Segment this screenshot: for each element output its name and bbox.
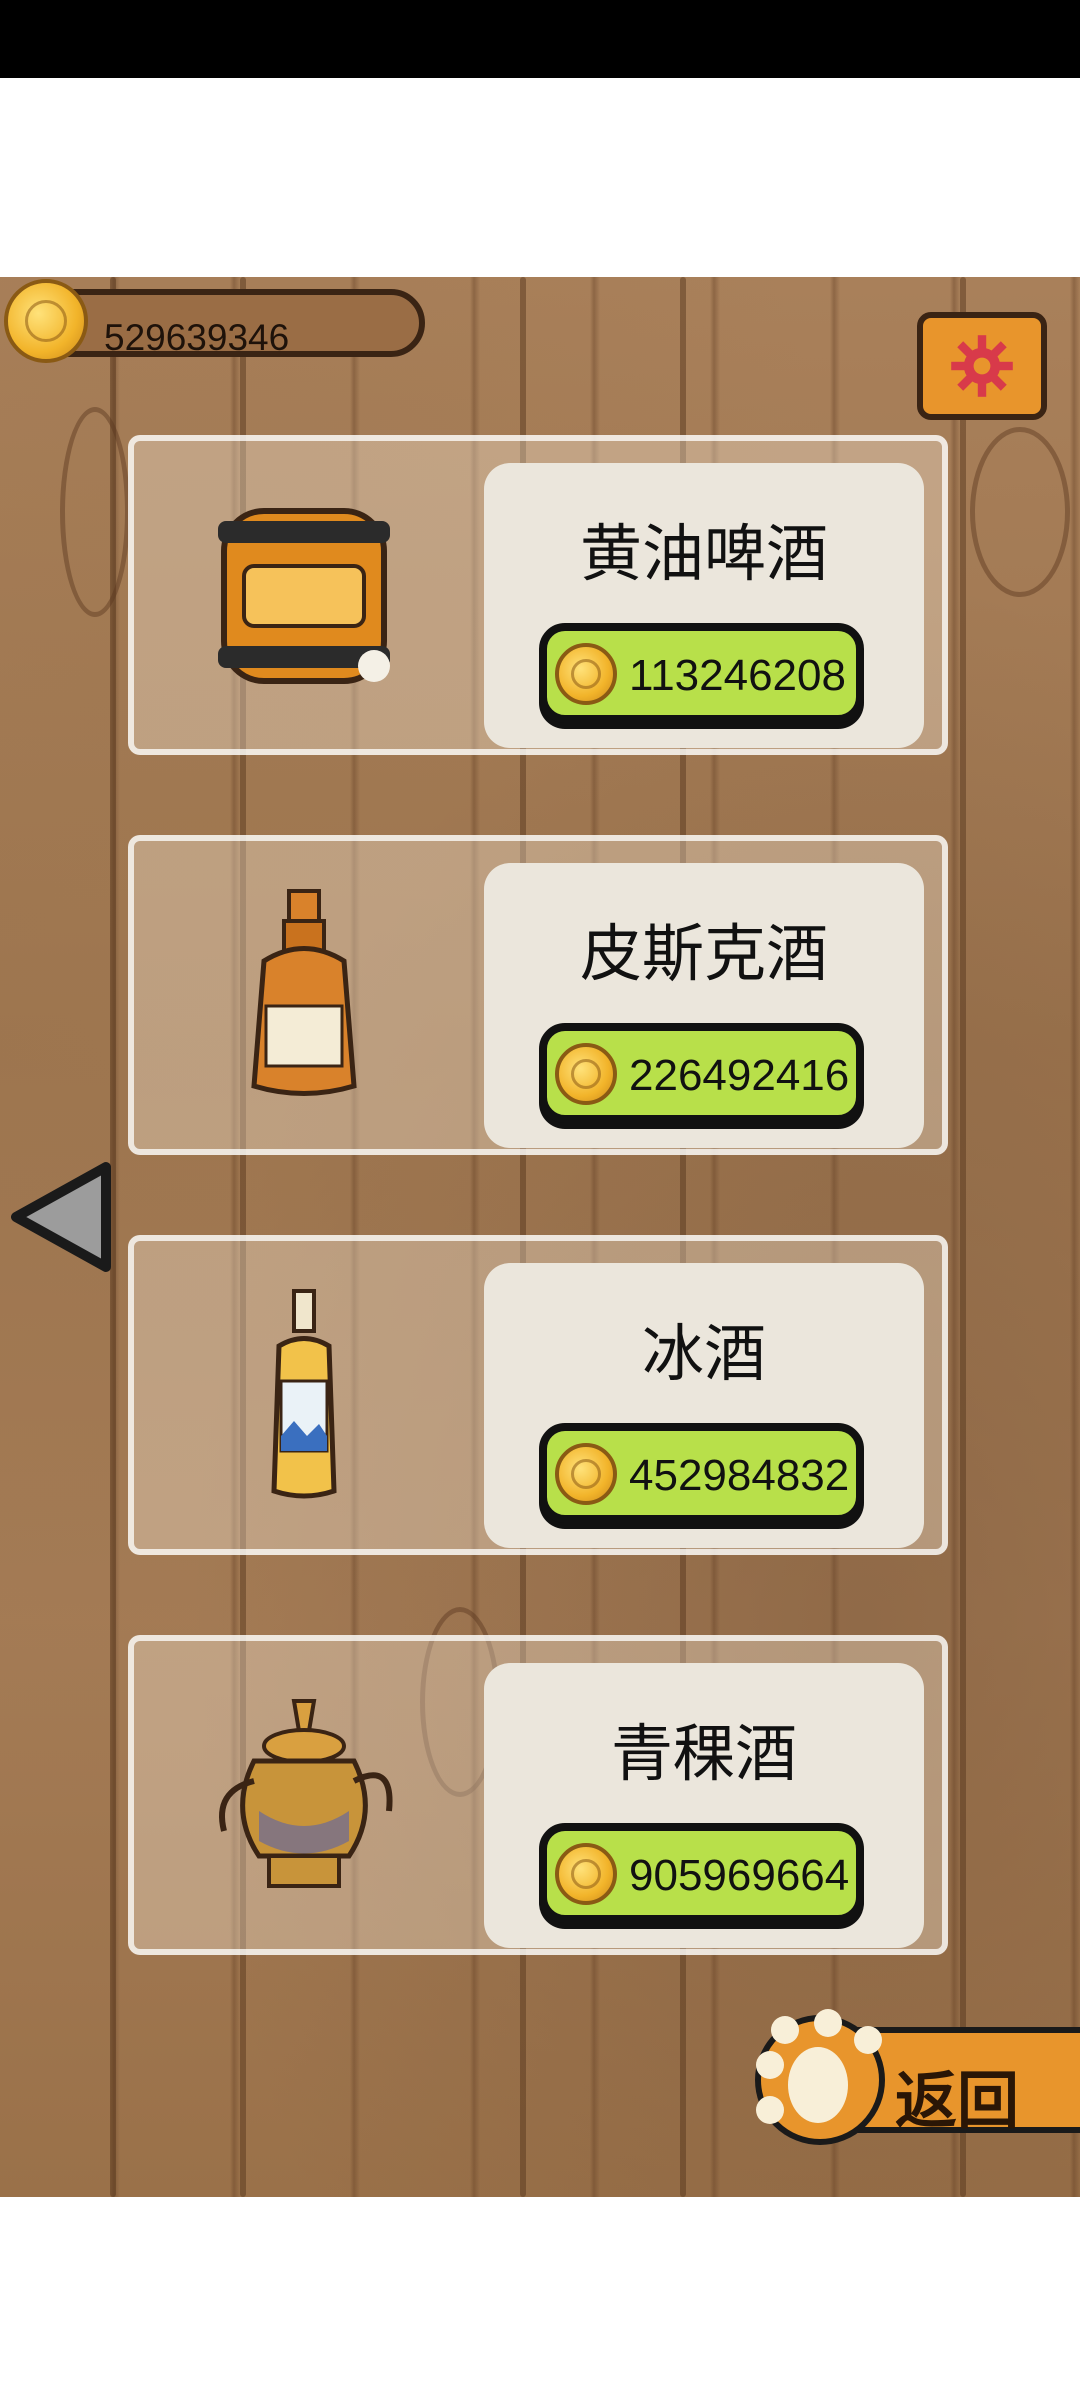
wood-plank-line — [960, 277, 966, 2197]
buy-button[interactable]: 452984832 — [539, 1423, 864, 1523]
item-price: 452984832 — [629, 1451, 850, 1500]
buy-button[interactable]: 905969664 — [539, 1823, 864, 1923]
pisco-bottle-image — [204, 881, 404, 1111]
coin-icon — [555, 643, 617, 705]
shop-item-info: 黄油啤酒 113246208 — [484, 463, 924, 748]
gear-icon — [951, 335, 1013, 397]
item-name: 皮斯克酒 — [579, 920, 828, 989]
wood-knot — [970, 427, 1070, 597]
back-label: 返回 — [895, 2067, 1020, 2136]
item-name: 青稞酒 — [610, 1720, 797, 1789]
buy-button[interactable]: 113246208 — [539, 623, 864, 723]
back-button[interactable]: 返回 — [730, 2005, 1080, 2155]
shop-item-card: 黄油啤酒 113246208 — [128, 435, 948, 755]
status-bar — [0, 0, 1080, 78]
item-price: 905969664 — [629, 1851, 850, 1900]
coin-balance: 529639346 — [104, 317, 290, 358]
coin-icon — [555, 1443, 617, 1505]
shop-item-info: 皮斯克酒 226492416 — [484, 863, 924, 1148]
item-name: 黄油啤酒 — [579, 520, 828, 589]
coin-icon — [555, 1043, 617, 1105]
wood-knot — [60, 407, 130, 617]
shop-item-info: 青稞酒 905969664 — [484, 1663, 924, 1948]
item-price: 113246208 — [629, 651, 846, 700]
butterbeer-barrel-image — [204, 481, 404, 711]
icewine-bottle-image — [204, 1281, 404, 1511]
settings-button[interactable] — [917, 312, 1047, 420]
item-name: 冰酒 — [641, 1320, 766, 1389]
shop-item-card: 皮斯克酒 226492416 — [128, 835, 948, 1155]
game-screen: 529639346 黄油啤酒 113246208 皮斯克酒 226492416 … — [0, 277, 1080, 2197]
shop-item-card: 冰酒 452984832 — [128, 1235, 948, 1555]
buy-button[interactable]: 226492416 — [539, 1023, 864, 1123]
shop-item-card: 青稞酒 905969664 — [128, 1635, 948, 1955]
shop-item-info: 冰酒 452984832 — [484, 1263, 924, 1548]
coin-icon — [4, 279, 88, 363]
item-price: 226492416 — [629, 1051, 850, 1100]
barley-wine-teapot-image — [204, 1681, 404, 1911]
coin-icon — [555, 1843, 617, 1905]
left-arrow-icon — [11, 1162, 111, 1272]
previous-page-button[interactable] — [6, 1157, 116, 1277]
